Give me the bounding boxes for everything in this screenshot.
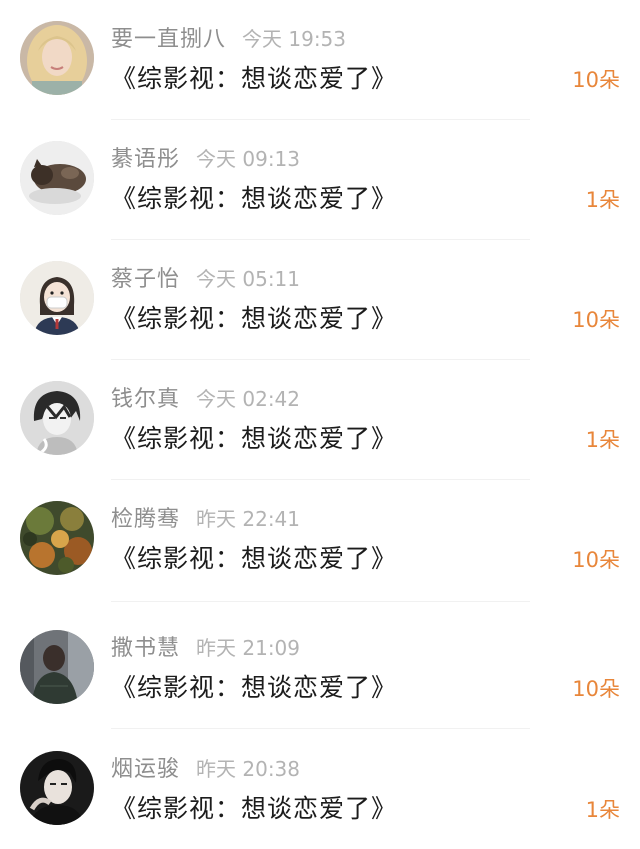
book-title[interactable]: 《综影视：想谈恋爱了》 <box>111 671 397 705</box>
list-item[interactable]: 检腾骞 昨天 22:41 《综影视：想谈恋爱了》 10朵 <box>0 480 640 602</box>
avatar-man-portrait-icon <box>20 751 94 825</box>
flower-count: 10朵 <box>572 548 620 572</box>
timestamp: 今天 05:11 <box>196 267 301 291</box>
timestamp: 今天 02:42 <box>196 387 301 411</box>
flower-count: 1朵 <box>585 798 620 822</box>
divider <box>111 728 530 729</box>
flower-count: 10朵 <box>572 677 620 701</box>
divider <box>111 601 530 602</box>
list-item[interactable]: 要一直捌八 今天 19:53 《综影视：想谈恋爱了》 10朵 <box>0 0 640 120</box>
list-item[interactable]: 蔡子怡 今天 05:11 《综影视：想谈恋爱了》 10朵 <box>0 240 640 360</box>
user-avatar[interactable] <box>20 381 94 455</box>
name-line: 蔡子怡 今天 05:11 <box>111 265 300 293</box>
user-avatar[interactable] <box>20 21 94 95</box>
name-line: 要一直捌八 今天 19:53 <box>111 25 346 53</box>
flower-count: 1朵 <box>585 188 620 212</box>
user-avatar[interactable] <box>20 141 94 215</box>
user-name[interactable]: 蔡子怡 <box>111 267 180 292</box>
avatar-girl-blonde-icon <box>20 21 94 95</box>
flower-count: 10朵 <box>572 308 620 332</box>
avatar-autumn-leaves-icon <box>20 501 94 575</box>
list-item[interactable]: 撒书慧 昨天 21:09 《综影视：想谈恋爱了》 10朵 <box>0 609 640 729</box>
user-avatar[interactable] <box>20 501 94 575</box>
book-title[interactable]: 《综影视：想谈恋爱了》 <box>111 542 397 576</box>
user-name[interactable]: 撒书慧 <box>111 636 180 661</box>
name-line: 检腾骞 昨天 22:41 <box>111 505 300 533</box>
user-avatar[interactable] <box>20 630 94 704</box>
flower-gift-list: 要一直捌八 今天 19:53 《综影视：想谈恋爱了》 10朵 綦语彤 今天 09:1… <box>0 0 640 849</box>
avatar-man-street-icon <box>20 630 94 704</box>
list-item[interactable]: 钱尔真 今天 02:42 《综影视：想谈恋爱了》 1朵 <box>0 360 640 480</box>
timestamp: 昨天 22:41 <box>196 507 301 531</box>
user-name[interactable]: 钱尔真 <box>111 387 180 412</box>
name-line: 烟运骏 昨天 20:38 <box>111 755 300 783</box>
name-line: 钱尔真 今天 02:42 <box>111 385 300 413</box>
user-name[interactable]: 烟运骏 <box>111 757 180 782</box>
avatar-anime-boy-icon <box>20 381 94 455</box>
avatar-girl-mask-icon <box>20 261 94 335</box>
timestamp: 昨天 21:09 <box>196 636 301 660</box>
timestamp: 今天 19:53 <box>242 27 347 51</box>
flower-count: 10朵 <box>572 68 620 92</box>
book-title[interactable]: 《综影视：想谈恋爱了》 <box>111 422 397 456</box>
user-name[interactable]: 綦语彤 <box>111 147 180 172</box>
avatar-cat-sleeping-icon <box>20 141 94 215</box>
user-name[interactable]: 要一直捌八 <box>111 27 226 52</box>
user-avatar[interactable] <box>20 751 94 825</box>
list-item[interactable]: 綦语彤 今天 09:13 《综影视：想谈恋爱了》 1朵 <box>0 120 640 240</box>
list-item[interactable]: 烟运骏 昨天 20:38 《综影视：想谈恋爱了》 1朵 <box>0 730 640 849</box>
name-line: 綦语彤 今天 09:13 <box>111 145 300 173</box>
name-line: 撒书慧 昨天 21:09 <box>111 634 300 662</box>
book-title[interactable]: 《综影视：想谈恋爱了》 <box>111 302 397 336</box>
timestamp: 昨天 20:38 <box>196 757 301 781</box>
user-name[interactable]: 检腾骞 <box>111 507 180 532</box>
flower-count: 1朵 <box>585 428 620 452</box>
user-avatar[interactable] <box>20 261 94 335</box>
timestamp: 今天 09:13 <box>196 147 301 171</box>
book-title[interactable]: 《综影视：想谈恋爱了》 <box>111 792 397 826</box>
book-title[interactable]: 《综影视：想谈恋爱了》 <box>111 62 397 96</box>
book-title[interactable]: 《综影视：想谈恋爱了》 <box>111 182 397 216</box>
